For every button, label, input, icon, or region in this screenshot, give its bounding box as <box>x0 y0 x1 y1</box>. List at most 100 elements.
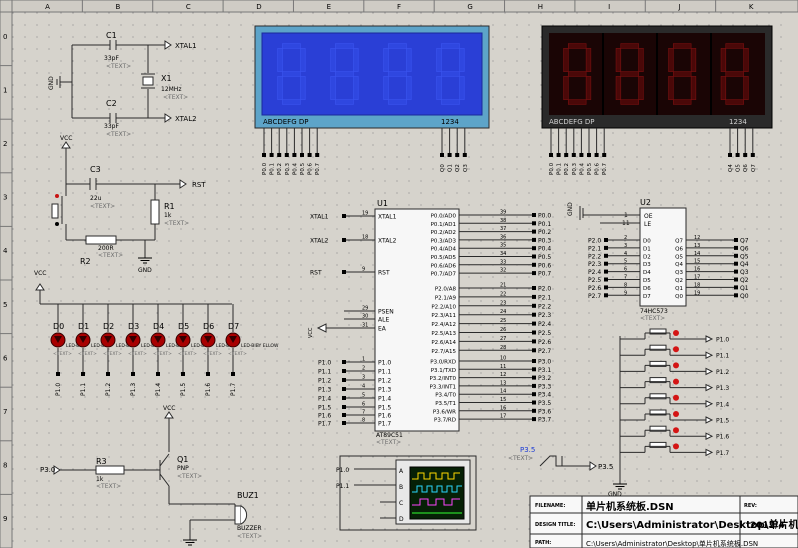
latch-d-name: D0 <box>643 239 651 245</box>
latch-d-net: P2.4 <box>588 269 601 276</box>
x1-ref: X1 <box>161 74 172 83</box>
mcu-right-pin-num: 35 <box>500 243 506 249</box>
mcu-right-pin-num: 25 <box>500 318 506 324</box>
mcu-right-pin-num: 28 <box>500 345 506 351</box>
ruler-row-label: 8 <box>3 462 7 470</box>
latch-q-net: Q7 <box>740 238 749 245</box>
x1-freq: 12MHz <box>161 86 181 93</box>
mcu-right-pin-name: P2.3/A11 <box>431 313 456 319</box>
r1-value: 1k <box>164 212 172 219</box>
mcu-right-pin-num: 14 <box>500 389 506 395</box>
red-display-segment-label: ABCDEFG DP <box>549 118 594 126</box>
mcu-left-pin-name: XTAL1 <box>378 214 397 221</box>
red-display-seg-net: P0.7 <box>602 162 608 175</box>
ruler-col-label: B <box>116 3 121 11</box>
mcu-right-pin-name: P2.7/A15 <box>431 349 456 355</box>
led-net: P1.3 <box>130 383 137 396</box>
mcu-left-pin-num: 31 <box>362 323 368 329</box>
mcu-left-pin-num: 19 <box>362 211 368 217</box>
latch-d-name: D3 <box>643 262 651 268</box>
blue-display-digit-net: Q1 <box>448 164 454 172</box>
c2-text-tag: <TEXT> <box>106 131 131 138</box>
blue-display-digit-net: Q0 <box>440 164 446 172</box>
mcu-right-pin-net: P2.6 <box>538 339 551 346</box>
mcu-right-pin-num: 33 <box>500 259 506 265</box>
latch-q-name: Q7 <box>675 239 683 245</box>
switch-indicator <box>673 411 679 417</box>
blue-display-seg-net: P0.0 <box>262 162 268 175</box>
mcu-left-pin-num: 1 <box>362 357 365 363</box>
c2-ref: C2 <box>106 99 117 108</box>
mcu-text-tag: <TEXT> <box>376 439 401 446</box>
switch-indicator <box>673 443 679 450</box>
mcu-left-pin-net: RST <box>310 270 322 277</box>
ruler-col-label: D <box>256 3 261 11</box>
ruler-col-label: J <box>677 3 680 11</box>
latch-q-net: Q4 <box>740 261 749 268</box>
crystal-gnd-label: GND <box>48 76 55 90</box>
tb-filename: 单片机系统板.DSN <box>586 500 674 513</box>
c1-value: 33pF <box>104 55 119 62</box>
ruler-row-label: 9 <box>3 515 7 523</box>
led-text-tag: <TEXT> <box>128 351 147 357</box>
latch-d-net: P2.2 <box>588 253 601 260</box>
led-text-tag: <TEXT> <box>153 351 172 357</box>
mcu-left-pin-name: P1.5 <box>378 405 391 412</box>
probe-text-tag: <TEXT> <box>508 455 533 462</box>
mcu-right-pin-net: P2.0 <box>538 286 551 293</box>
mcu-right-pin-num: 12 <box>500 372 506 378</box>
mcu-left-pin-name: P1.3 <box>378 387 391 394</box>
latch-text-tag: <TEXT> <box>640 315 665 322</box>
mcu-right-pin-num: 37 <box>500 226 506 232</box>
red-display-digit-net: Q4 <box>728 164 734 172</box>
mcu-part: AT89C51 <box>376 432 403 439</box>
switch-net: P1.6 <box>716 434 729 441</box>
c1-ref: C1 <box>106 31 117 40</box>
red-display-seg-net: P0.3 <box>572 162 578 175</box>
mcu-left-pin-net: XTAL2 <box>310 238 329 245</box>
mcu-left-pin-net: P1.7 <box>318 421 331 428</box>
mcu-left-pin-name: EA <box>378 326 387 333</box>
mcu-left-pin-name: P1.0 <box>378 360 391 367</box>
scope-input-1: P1.0 <box>336 467 349 474</box>
scope-input-2: P1.1 <box>336 483 349 490</box>
switch-indicator <box>673 346 679 353</box>
latch-d-net: P2.5 <box>588 277 601 284</box>
latch-q-net: Q6 <box>740 245 749 252</box>
mcu-right-pin-num: 10 <box>500 356 506 362</box>
buz1-type: BUZZER <box>237 525 262 532</box>
blue-7seg-display[interactable] <box>254 25 490 129</box>
q1-ref: Q1 <box>177 455 188 464</box>
mcu-left-pin-net: XTAL1 <box>310 214 329 221</box>
c2-value: 33pF <box>104 123 119 130</box>
latch-d-net: P2.1 <box>588 245 601 252</box>
blue-display-digit-net: Q2 <box>455 164 461 172</box>
mcu-right-pin-net: P0.2 <box>538 229 551 236</box>
red-display-digit-net: Q6 <box>743 164 749 172</box>
mcu-right-pin-num: 21 <box>500 283 506 289</box>
red-display-seg-net: P0.4 <box>579 162 585 175</box>
mcu-right-pin-net: P0.0 <box>538 213 551 220</box>
red-display-seg-net: P0.2 <box>564 163 570 175</box>
latch-q-num: 15 <box>694 259 700 265</box>
blue-display-seg-net: P0.1 <box>270 163 276 175</box>
latch-d-num: 9 <box>624 290 627 296</box>
ruler-col-label: C <box>186 3 191 11</box>
mcu-right-pin-num: 17 <box>500 414 506 420</box>
switch-net: P1.4 <box>716 401 729 408</box>
led-net: P1.7 <box>230 383 237 396</box>
led-ref: D5 <box>178 322 189 331</box>
latch-q-num: 12 <box>694 235 700 241</box>
latch-d-name: D5 <box>643 278 651 284</box>
mcu-left-pin-name: P1.4 <box>378 396 391 403</box>
schematic-canvas[interactable]: A B C D E F G H I J K0123456789 C1 33pF <TEXT> C2 … <box>0 0 798 548</box>
latch-q-num: 13 <box>694 243 700 249</box>
mcu-right-pin-net: P3.7 <box>538 417 551 424</box>
c3-ref: C3 <box>90 165 101 174</box>
led-text-tag: <TEXT> <box>203 351 222 357</box>
mcu-right-pin-name: P2.5/A13 <box>431 331 456 337</box>
mcu-right-pin-net: P2.3 <box>538 312 551 319</box>
mcu-left-pin-num: 6 <box>362 402 365 408</box>
switch-net: P1.3 <box>716 385 729 392</box>
led-type: LED-BIBY ELLOW <box>241 343 279 349</box>
